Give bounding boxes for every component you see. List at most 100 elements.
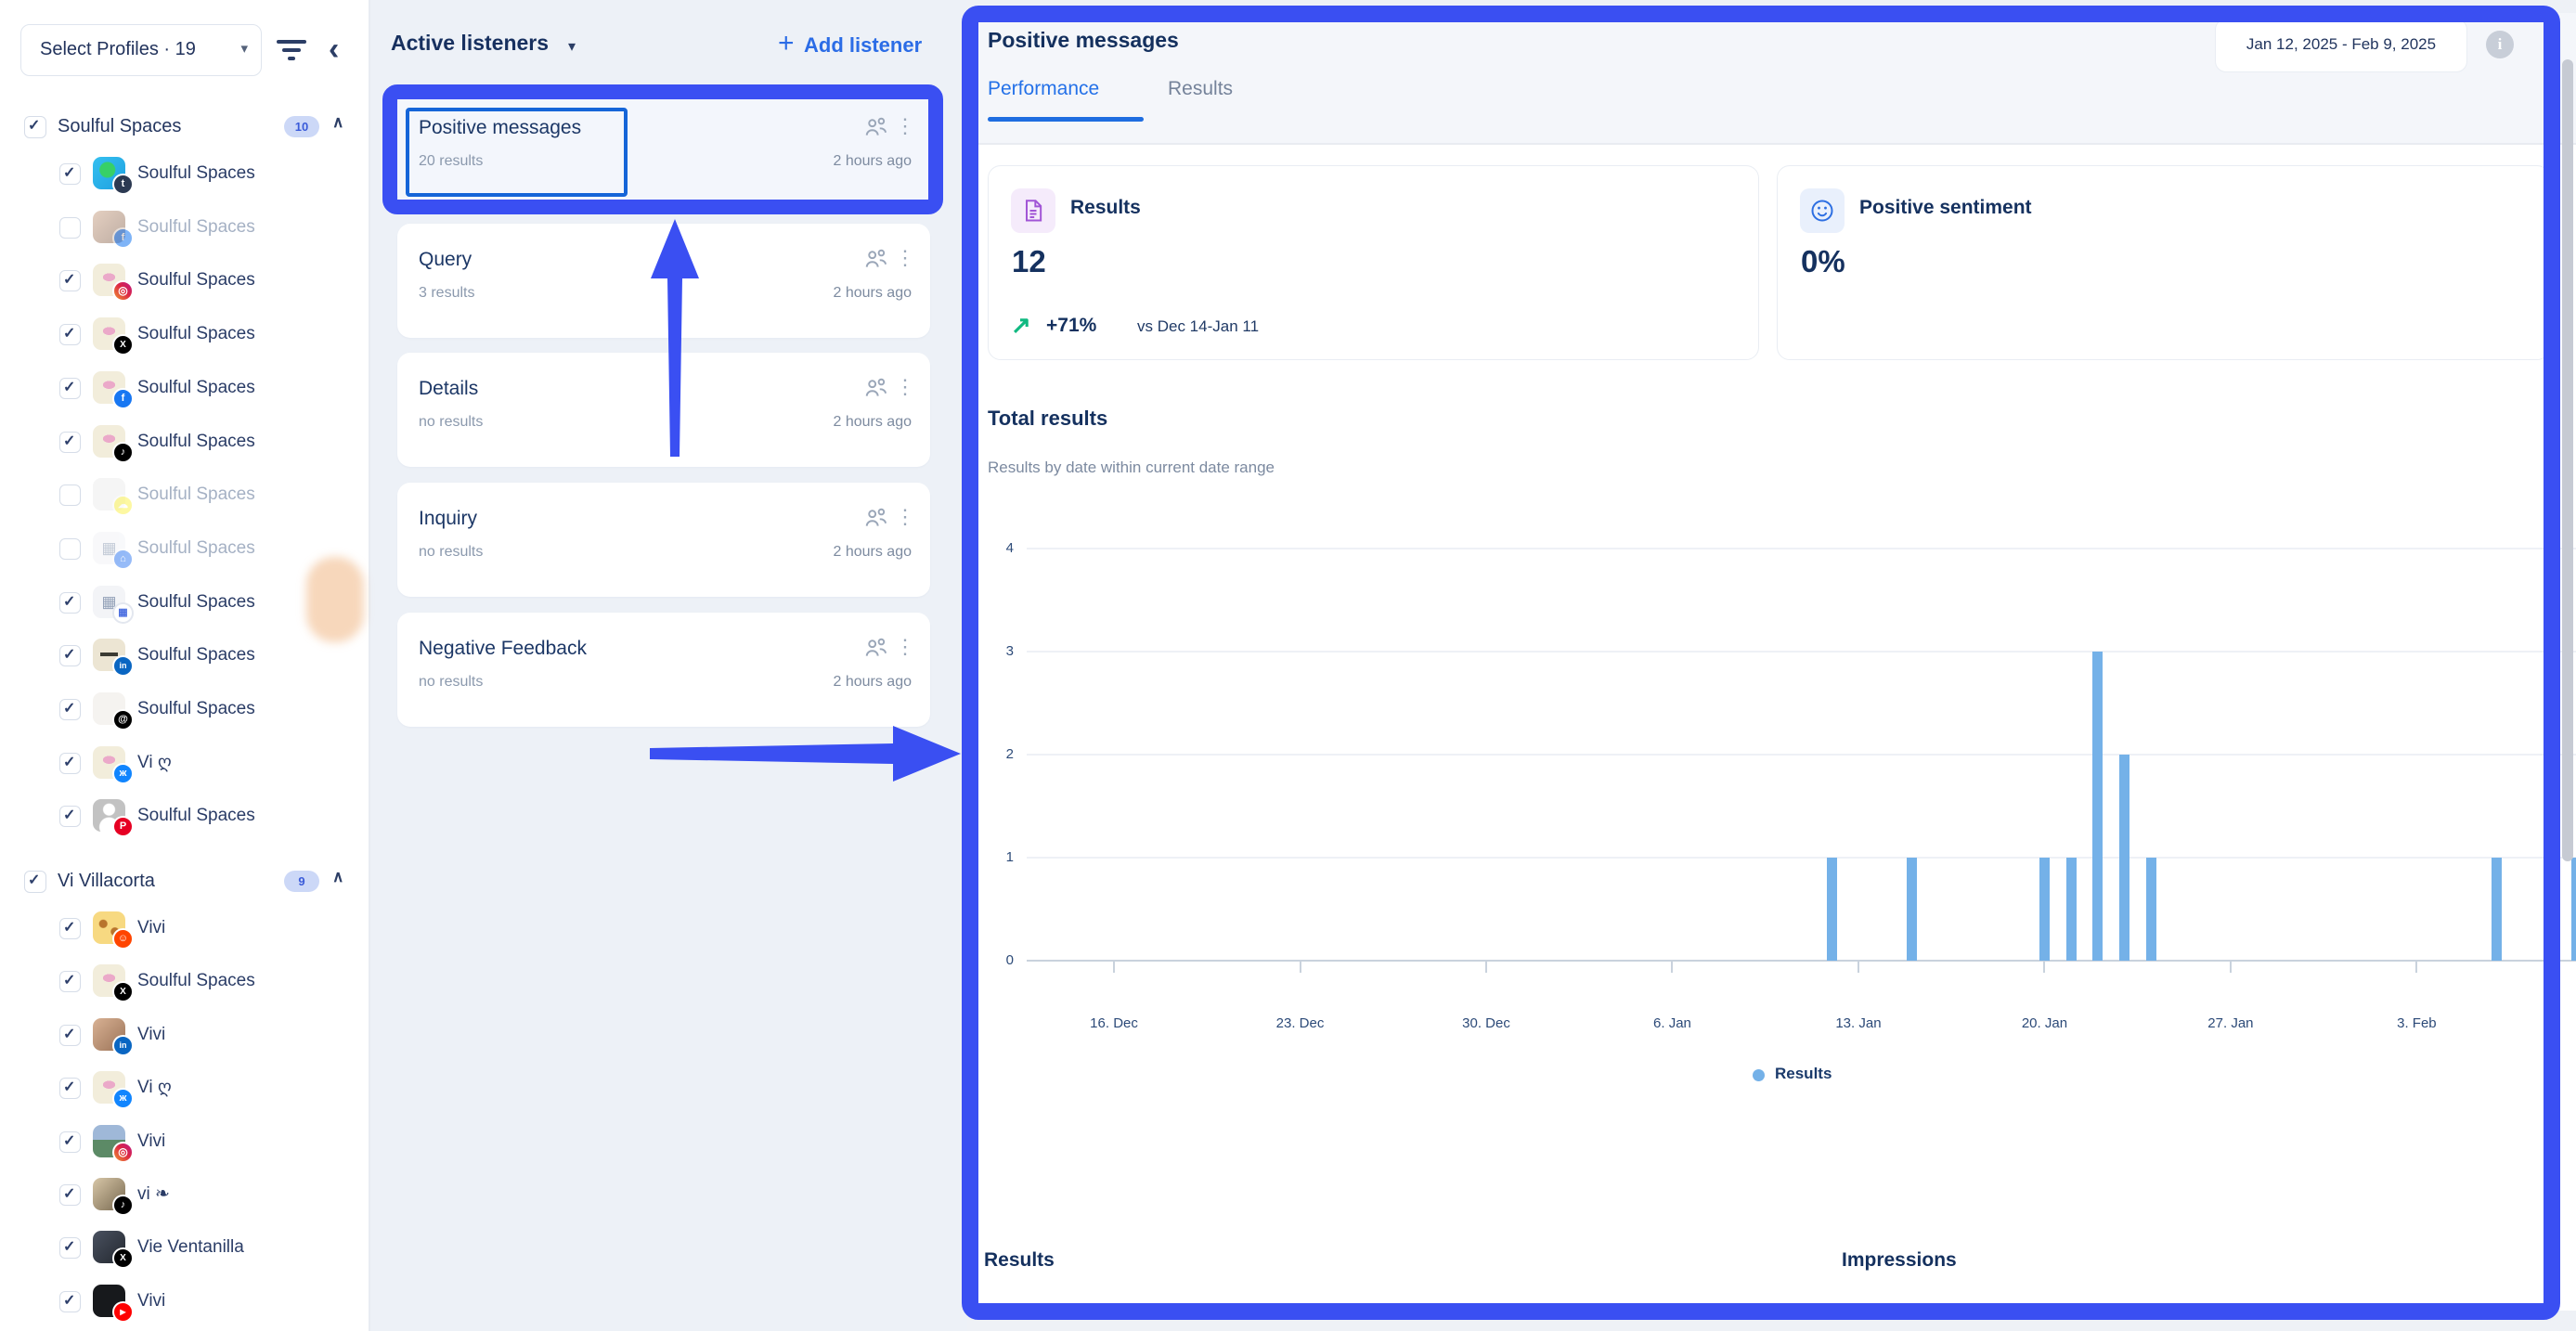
listener-result-count: no results bbox=[419, 674, 483, 691]
profile-row[interactable]: Vivi bbox=[0, 1015, 369, 1054]
profile-checkbox[interactable] bbox=[59, 971, 81, 992]
profile-row[interactable]: Vi ღ bbox=[0, 743, 369, 782]
profile-label: Vivi bbox=[137, 909, 165, 948]
profile-label: Soulful Spaces bbox=[137, 261, 255, 300]
highlight-smudge bbox=[306, 557, 364, 642]
profile-row[interactable]: Soulful Spaces bbox=[0, 796, 369, 835]
tiktok-icon bbox=[112, 1195, 134, 1216]
listener-updated-time: 2 hours ago bbox=[833, 285, 912, 302]
profile-row[interactable]: ▦ Soulful Spaces bbox=[0, 529, 369, 568]
profile-checkbox[interactable] bbox=[59, 1078, 81, 1099]
listener-updated-time: 2 hours ago bbox=[833, 674, 912, 691]
profile-label: Vi ღ bbox=[137, 1068, 172, 1107]
profile-label: Vivi bbox=[137, 1282, 165, 1321]
instagram-icon bbox=[112, 1142, 134, 1163]
profile-row[interactable]: Vivi bbox=[0, 1282, 369, 1321]
profile-row[interactable]: Soulful Spaces bbox=[0, 636, 369, 675]
google-business-icon bbox=[112, 602, 134, 624]
profile-checkbox[interactable] bbox=[59, 378, 81, 399]
profile-checkbox[interactable] bbox=[59, 1025, 81, 1046]
profile-checkbox[interactable] bbox=[59, 1237, 81, 1259]
chevron-up-icon[interactable]: ∧ bbox=[332, 868, 343, 886]
profile-label: Soulful Spaces bbox=[137, 583, 255, 622]
people-icon[interactable] bbox=[863, 507, 889, 529]
kebab-menu-icon[interactable]: ⋮ bbox=[895, 635, 915, 659]
profile-checkbox[interactable] bbox=[59, 699, 81, 720]
listeners-header: Active listeners bbox=[391, 31, 549, 56]
profile-row[interactable]: Soulful Spaces bbox=[0, 690, 369, 729]
profile-label: Soulful Spaces bbox=[137, 690, 255, 729]
profile-label: Soulful Spaces bbox=[137, 796, 255, 835]
profile-checkbox[interactable] bbox=[59, 645, 81, 666]
profile-group-header[interactable]: Vi Villacorta 9 ∧ bbox=[0, 866, 369, 898]
chevron-down-icon[interactable]: ▾ bbox=[568, 37, 576, 56]
profile-label: Vivi bbox=[137, 1015, 165, 1054]
profile-checkbox[interactable] bbox=[59, 485, 81, 506]
facebook-icon bbox=[112, 388, 134, 409]
kebab-menu-icon[interactable]: ⋮ bbox=[895, 375, 915, 399]
profile-checkbox[interactable] bbox=[59, 1131, 81, 1153]
listener-card[interactable]: Query 3 results ⋮ 2 hours ago bbox=[397, 224, 930, 338]
profile-row[interactable]: Soulful Spaces bbox=[0, 962, 369, 1001]
profile-checkbox[interactable] bbox=[59, 324, 81, 345]
profile-label: Vi ღ bbox=[137, 743, 172, 782]
profile-checkbox[interactable] bbox=[59, 270, 81, 291]
people-icon[interactable] bbox=[863, 637, 889, 659]
bluesky-icon bbox=[112, 763, 134, 784]
profile-row[interactable]: Soulful Spaces bbox=[0, 368, 369, 407]
profile-checkbox[interactable] bbox=[59, 918, 81, 939]
filter-icon[interactable] bbox=[275, 39, 308, 63]
chevron-left-icon[interactable]: ‹ bbox=[329, 32, 339, 68]
youtube-icon bbox=[112, 1301, 134, 1323]
profile-label: Soulful Spaces bbox=[137, 368, 255, 407]
group-label: Soulful Spaces bbox=[58, 111, 181, 142]
linkedin-icon bbox=[112, 655, 134, 677]
listener-card[interactable]: Details no results ⋮ 2 hours ago bbox=[397, 353, 930, 467]
profile-row[interactable]: vi ❧ bbox=[0, 1175, 369, 1214]
profile-row[interactable]: Soulful Spaces bbox=[0, 475, 369, 514]
app-window: Select Profiles · 19 ▾ ‹ Soulful Spaces … bbox=[0, 0, 2576, 1331]
listener-card[interactable]: Inquiry no results ⋮ 2 hours ago bbox=[397, 483, 930, 597]
listener-card[interactable]: Negative Feedback no results ⋮ 2 hours a… bbox=[397, 613, 930, 727]
group-checkbox[interactable] bbox=[24, 871, 46, 893]
kebab-menu-icon[interactable]: ⋮ bbox=[895, 505, 915, 529]
plus-icon: + bbox=[778, 28, 795, 59]
profile-checkbox[interactable] bbox=[59, 1291, 81, 1312]
page-scrollbar[interactable] bbox=[2562, 59, 2573, 861]
profile-row[interactable]: Soulful Spaces bbox=[0, 154, 369, 193]
profile-checkbox[interactable] bbox=[59, 163, 81, 185]
profile-checkbox[interactable] bbox=[59, 1184, 81, 1206]
profile-checkbox[interactable] bbox=[59, 592, 81, 614]
pinterest-icon bbox=[112, 816, 134, 837]
kebab-menu-icon[interactable]: ⋮ bbox=[895, 246, 915, 270]
profile-checkbox[interactable] bbox=[59, 432, 81, 453]
profile-row[interactable]: Vivi bbox=[0, 1122, 369, 1161]
profile-row[interactable]: Vivi bbox=[0, 909, 369, 948]
profile-row[interactable]: Vie Ventanilla bbox=[0, 1228, 369, 1267]
chevron-down-icon: ▾ bbox=[240, 25, 248, 73]
chart-bar bbox=[2571, 858, 2576, 961]
chevron-up-icon[interactable]: ∧ bbox=[332, 113, 343, 132]
profile-label: Soulful Spaces bbox=[137, 208, 255, 247]
google-business-icon bbox=[112, 549, 134, 570]
add-listener-button[interactable]: Add listener bbox=[804, 33, 922, 58]
profile-checkbox[interactable] bbox=[59, 538, 81, 560]
profile-selector-label: Select Profiles · 19 bbox=[40, 25, 196, 73]
profile-row[interactable]: Vi ღ bbox=[0, 1068, 369, 1107]
people-icon[interactable] bbox=[863, 377, 889, 399]
listener-updated-time: 2 hours ago bbox=[833, 544, 912, 561]
snapchat-icon bbox=[112, 495, 134, 516]
listener-result-count: 3 results bbox=[419, 285, 474, 302]
profile-row[interactable]: Soulful Spaces bbox=[0, 261, 369, 300]
listener-title: Inquiry bbox=[419, 508, 477, 530]
profile-selector-dropdown[interactable]: Select Profiles · 19 ▾ bbox=[20, 24, 262, 76]
profile-row[interactable]: Soulful Spaces bbox=[0, 422, 369, 461]
group-checkbox[interactable] bbox=[24, 116, 46, 138]
profile-row[interactable]: Soulful Spaces bbox=[0, 208, 369, 247]
profile-checkbox[interactable] bbox=[59, 753, 81, 774]
profile-checkbox[interactable] bbox=[59, 806, 81, 827]
profile-row[interactable]: Soulful Spaces bbox=[0, 315, 369, 354]
profile-group-header[interactable]: Soulful Spaces 10 ∧ bbox=[0, 111, 369, 143]
people-icon[interactable] bbox=[863, 248, 889, 270]
profile-checkbox[interactable] bbox=[59, 217, 81, 239]
